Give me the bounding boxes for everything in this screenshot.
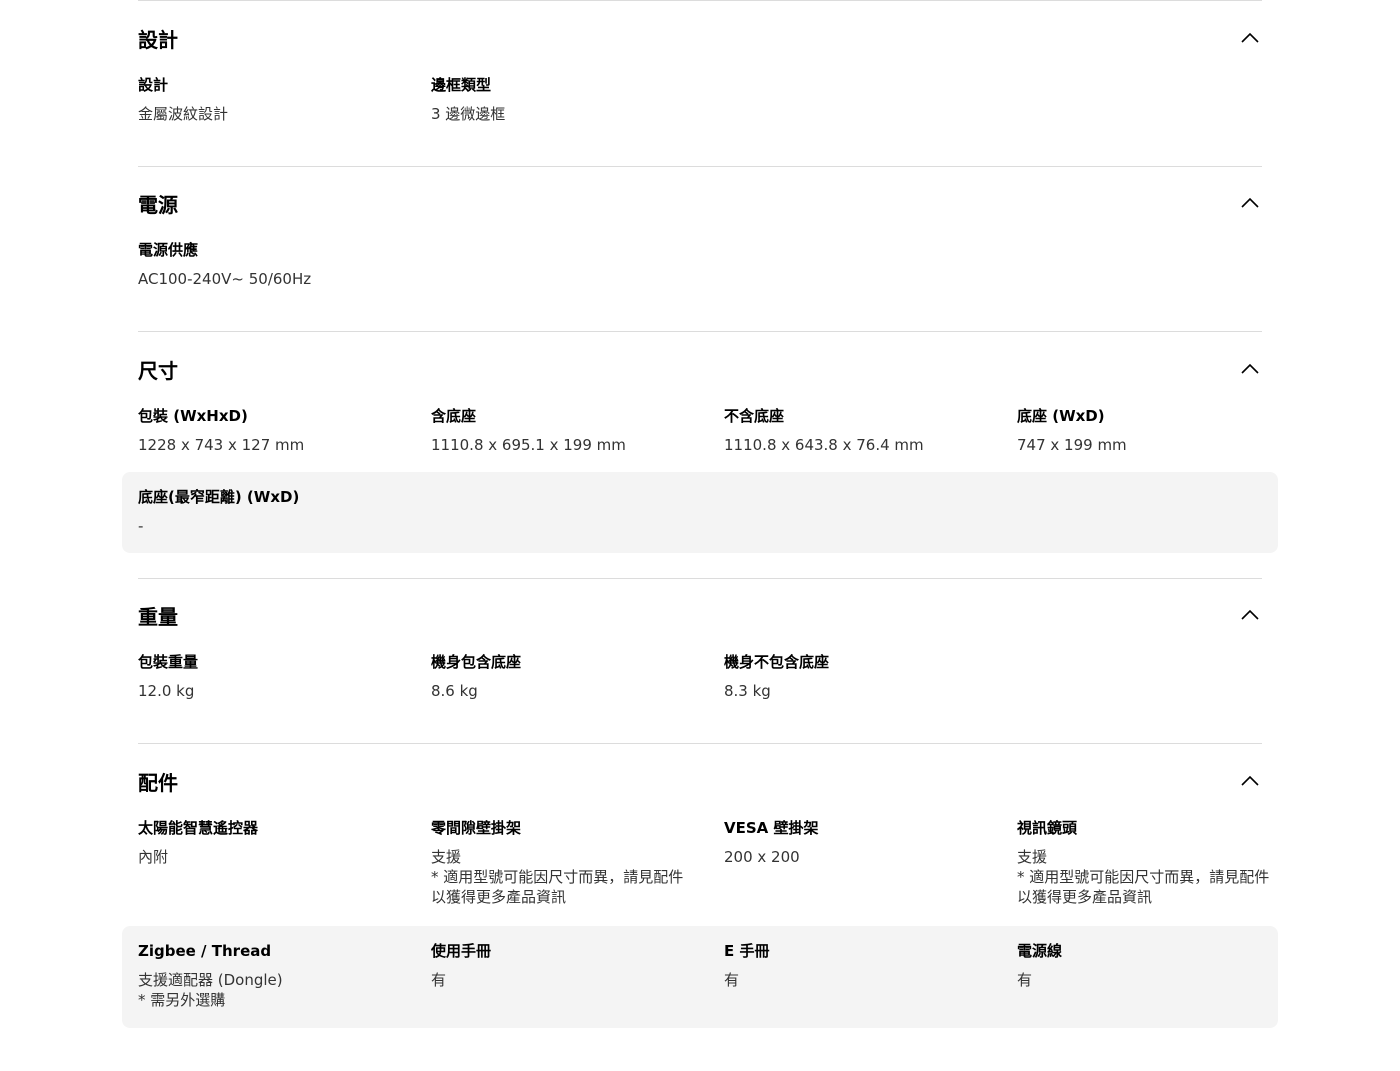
spec-label: 零間隙壁掛架 xyxy=(431,819,522,837)
spec-item: 邊框類型 3 邊微邊框 xyxy=(431,75,691,124)
section-divider xyxy=(138,0,1262,1)
spec-item: 視訊鏡頭 支援 * 適用型號可能因尺寸而異，請見配件以獲得更多產品資訊 xyxy=(1017,818,1277,907)
spec-value: 8.3 kg xyxy=(724,682,771,700)
section-title-design[interactable]: 設計 xyxy=(138,24,178,53)
spec-label: Zigbee / Thread xyxy=(138,942,272,960)
spec-item: 不含底座 1110.8 x 643.8 x 76.4 mm xyxy=(724,406,984,455)
spec-value: 支援 * 適用型號可能因尺寸而異，請見配件以獲得更多產品資訊 xyxy=(1017,848,1270,906)
spec-value: 支援 * 適用型號可能因尺寸而異，請見配件以獲得更多產品資訊 xyxy=(431,848,684,906)
spec-value: 3 邊微邊框 xyxy=(431,105,506,123)
spec-label: 機身包含底座 xyxy=(431,653,522,671)
chevron-up-icon[interactable] xyxy=(1240,361,1260,375)
spec-value: 有 xyxy=(724,971,740,989)
spec-item: Zigbee / Thread 支援適配器 (Dongle) * 需另外選購 xyxy=(138,941,398,1010)
spec-item: 包裝重量 12.0 kg xyxy=(138,652,398,701)
spec-value: 8.6 kg xyxy=(431,682,478,700)
spec-label: E 手冊 xyxy=(724,942,770,960)
spec-value: 1228 x 743 x 127 mm xyxy=(138,436,305,454)
chevron-up-icon[interactable] xyxy=(1240,773,1260,787)
spec-value: 金屬波紋設計 xyxy=(138,105,229,123)
section-title-weight[interactable]: 重量 xyxy=(138,601,178,630)
spec-item: VESA 壁掛架 200 x 200 xyxy=(724,818,984,867)
section-title-accessories[interactable]: 配件 xyxy=(138,767,178,796)
chevron-up-icon[interactable] xyxy=(1240,195,1260,209)
spec-item: 設計 金屬波紋設計 xyxy=(138,75,398,124)
spec-item: 零間隙壁掛架 支援 * 適用型號可能因尺寸而異，請見配件以獲得更多產品資訊 xyxy=(431,818,691,907)
spec-item: 底座(最窄距離) (WxD) - xyxy=(138,487,398,536)
spec-value: 12.0 kg xyxy=(138,682,195,700)
spec-item: 使用手冊 有 xyxy=(431,941,691,990)
spec-value: - xyxy=(138,517,144,535)
spec-label: 使用手冊 xyxy=(431,942,492,960)
spec-value: 747 x 199 mm xyxy=(1017,436,1127,454)
spec-item: E 手冊 有 xyxy=(724,941,984,990)
spec-label: 設計 xyxy=(138,76,169,94)
spec-item: 機身不包含底座 8.3 kg xyxy=(724,652,984,701)
section-divider xyxy=(138,743,1262,744)
spec-item: 電源供應 AC100-240V~ 50/60Hz xyxy=(138,240,398,289)
spec-item: 含底座 1110.8 x 695.1 x 199 mm xyxy=(431,406,691,455)
chevron-up-icon[interactable] xyxy=(1240,30,1260,44)
spec-item: 太陽能智慧遙控器 內附 xyxy=(138,818,398,867)
spec-item: 機身包含底座 8.6 kg xyxy=(431,652,691,701)
spec-label: 底座 (WxD) xyxy=(1017,407,1105,425)
spec-label: 底座(最窄距離) (WxD) xyxy=(138,488,300,506)
spec-label: 包裝 (WxHxD) xyxy=(138,407,248,425)
spec-value: 內附 xyxy=(138,848,169,866)
section-divider xyxy=(138,166,1262,167)
spec-label: 含底座 xyxy=(431,407,477,425)
spec-label: 包裝重量 xyxy=(138,653,199,671)
spec-label: 不含底座 xyxy=(724,407,785,425)
section-title-dimensions[interactable]: 尺寸 xyxy=(138,355,178,384)
spec-item: 電源線 有 xyxy=(1017,941,1277,990)
section-divider xyxy=(138,578,1262,579)
spec-label: 太陽能智慧遙控器 xyxy=(138,819,259,837)
spec-label: VESA 壁掛架 xyxy=(724,819,819,837)
spec-label: 視訊鏡頭 xyxy=(1017,819,1078,837)
spec-page: 設計 設計 金屬波紋設計 邊框類型 3 邊微邊框 電源 電源供應 AC100-2… xyxy=(0,0,1400,1071)
spec-value: 1110.8 x 643.8 x 76.4 mm xyxy=(724,436,924,454)
section-divider xyxy=(138,331,1262,332)
spec-label: 電源供應 xyxy=(138,241,199,259)
chevron-up-icon[interactable] xyxy=(1240,607,1260,621)
spec-value: 有 xyxy=(431,971,447,989)
spec-label: 邊框類型 xyxy=(431,76,492,94)
spec-value: 支援適配器 (Dongle) * 需另外選購 xyxy=(138,971,283,1009)
spec-value: 200 x 200 xyxy=(724,848,800,866)
spec-item: 底座 (WxD) 747 x 199 mm xyxy=(1017,406,1277,455)
spec-label: 電源線 xyxy=(1017,942,1063,960)
spec-value: 有 xyxy=(1017,971,1033,989)
section-title-power[interactable]: 電源 xyxy=(138,189,178,218)
spec-value: 1110.8 x 695.1 x 199 mm xyxy=(431,436,626,454)
spec-label: 機身不包含底座 xyxy=(724,653,830,671)
spec-item: 包裝 (WxHxD) 1228 x 743 x 127 mm xyxy=(138,406,398,455)
spec-value: AC100-240V~ 50/60Hz xyxy=(138,270,312,288)
